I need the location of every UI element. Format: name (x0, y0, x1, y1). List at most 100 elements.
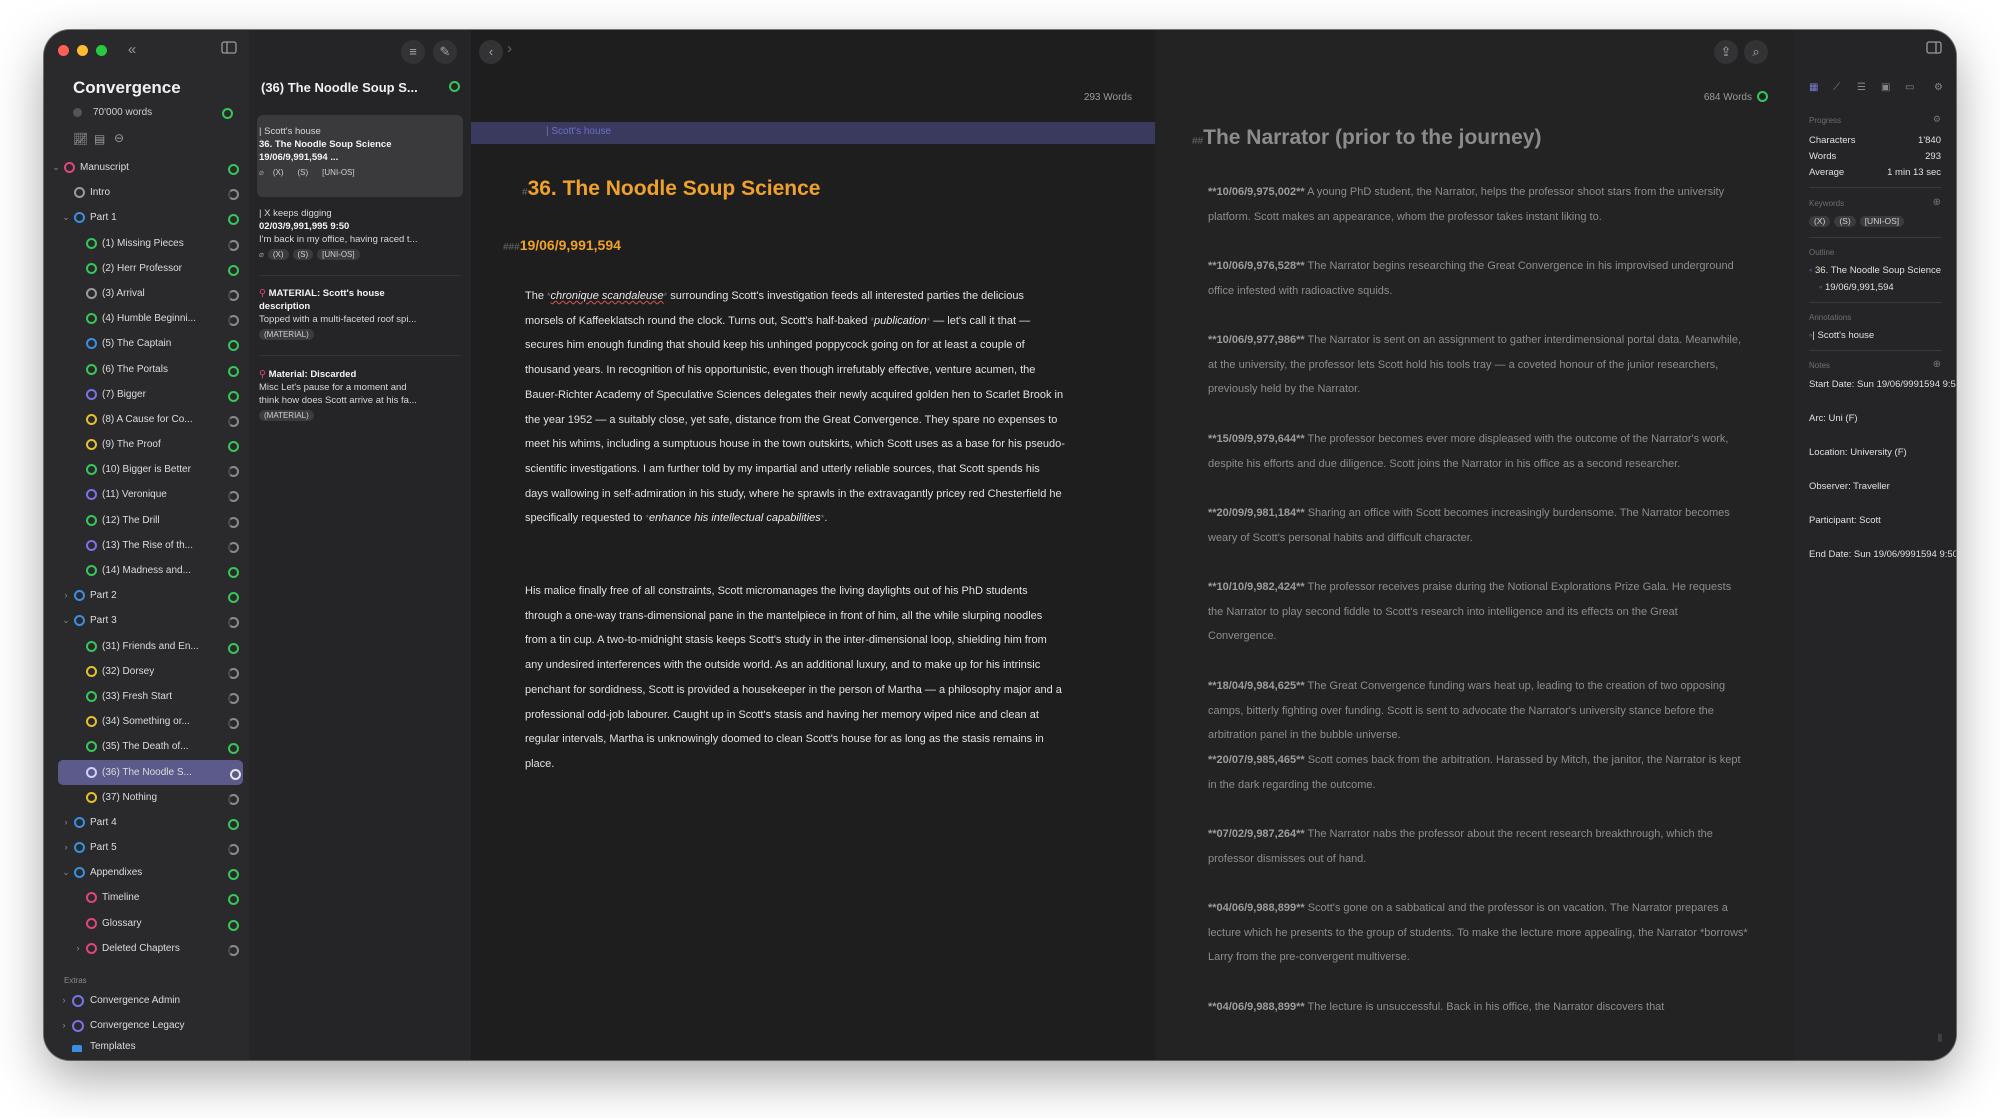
forward-arrow-icon[interactable]: › (507, 40, 512, 57)
card-x-keeps-digging[interactable]: | X keeps digging 02/03/9,991,995 9:50 I… (259, 207, 461, 261)
comments-tab-icon[interactable]: ▭ (1905, 82, 1914, 93)
timeline-entry[interactable]: **04/06/9,988,899** The lecture is unsuc… (1208, 995, 1748, 1020)
chapter-heading[interactable]: #36. The Noodle Soup Science (522, 177, 820, 201)
note-start-date[interactable]: Start Date: Sun 19/06/9991594 9:50 (1809, 379, 1956, 390)
overview-tab-icon[interactable]: ▦ (1809, 82, 1818, 93)
sidebar-tree-item[interactable]: ⌄ Appendixes (44, 860, 249, 885)
chevron-right-icon[interactable]: › (62, 835, 70, 860)
sidebar-tree-item[interactable]: (31) Friends and En... (44, 634, 249, 659)
media-tab-icon[interactable]: ▣ (1881, 82, 1890, 93)
timeline-entry[interactable]: **04/06/9,988,899** Scott's gone on a sa… (1208, 896, 1748, 970)
card-material-house[interactable]: ⚲ MATERIAL: Scott's house description To… (259, 287, 461, 341)
card-material-discarded[interactable]: ⚲ Material: Discarded Misc Let's pause f… (259, 368, 461, 422)
chevron-down-icon[interactable]: ⌄ (62, 205, 70, 230)
sidebar-tree-item[interactable]: (12) The Drill (44, 508, 249, 533)
chevron-right-icon[interactable]: › (74, 936, 82, 961)
note-location[interactable]: Location: University (F) (1809, 447, 1907, 458)
sidebar-tree-item[interactable]: Timeline (44, 885, 249, 910)
annotation-item[interactable]: ◦| Scott's house (1809, 330, 1874, 341)
timeline-entry[interactable]: **10/10/9,982,424** The professor receiv… (1208, 575, 1748, 649)
sidebar-tree-item[interactable]: (10) Bigger is Better (44, 457, 249, 482)
sidebar-tree-item[interactable]: (35) The Death of... (44, 734, 249, 759)
filter-icon[interactable]: ≡ (401, 40, 425, 64)
project-title[interactable]: Convergence (73, 78, 181, 98)
sidebar-tree-item[interactable]: › Deleted Chapters (44, 936, 249, 961)
keyword-tag[interactable]: (X) (1809, 216, 1831, 227)
extras-item-templates[interactable]: Templates (44, 1038, 249, 1053)
sidebar-tree-item[interactable]: (1) Missing Pieces (44, 231, 249, 256)
settings-tab-icon[interactable]: ⚙ (1934, 82, 1943, 93)
sidebar-tree-item[interactable]: ⌄ Manuscript (44, 155, 249, 180)
timeline-entry[interactable]: **10/06/9,977,986** The Narrator is sent… (1208, 328, 1748, 402)
add-note-icon[interactable]: ⊕ (1933, 359, 1941, 370)
card-scotts-house[interactable]: | Scott's house 36. The Noodle Soup Scie… (259, 125, 461, 179)
outline-item[interactable]: ◦ 36. The Noodle Soup Science (1809, 265, 1941, 276)
inspector-toggle-icon[interactable] (1922, 40, 1946, 60)
new-document-icon[interactable]: ✎ (433, 40, 457, 64)
annotation-crumb[interactable]: | Scott's house (546, 126, 611, 137)
note-participant[interactable]: Participant: Scott (1809, 515, 1881, 526)
date-subheading[interactable]: ###19/06/9,991,594 (503, 237, 621, 253)
timeline-entry[interactable]: **18/04/9,984,625** The Great Convergenc… (1208, 674, 1748, 748)
timeline-entry[interactable]: **10/06/9,975,002** A young PhD student,… (1208, 180, 1748, 229)
sidebar-tree-item[interactable]: › Part 5 (44, 835, 249, 860)
resize-grip-icon[interactable]: ⫼ (1938, 1033, 1942, 1044)
keyword-tag[interactable]: (S) (1834, 216, 1856, 227)
close-window-button[interactable] (58, 45, 69, 56)
sidebar-tree-item[interactable]: (6) The Portals (44, 357, 249, 382)
sidebar-tree-item[interactable]: (8) A Cause for Co... (44, 407, 249, 432)
note-arc[interactable]: Arc: Uni (F) (1809, 413, 1858, 424)
sidebar-tree-item[interactable]: (13) The Rise of th... (44, 533, 249, 558)
chevron-right-icon[interactable]: › (62, 810, 70, 835)
sidebar-tree-item[interactable]: ⌄ Part 1 (44, 205, 249, 230)
editor-paragraph-2[interactable]: His malice finally free of all constrain… (525, 579, 1065, 777)
card-view-icon[interactable]: ▤ (94, 132, 105, 146)
statistics-tab-icon[interactable]: ⟋ (1833, 82, 1840, 93)
reference-heading[interactable]: ##The Narrator (prior to the journey) (1192, 126, 1541, 150)
timeline-entry[interactable]: **15/09/9,979,644** The professor become… (1208, 427, 1748, 476)
sidebar-tree-item[interactable]: (33) Fresh Start (44, 684, 249, 709)
chevron-right-icon[interactable]: › (62, 583, 70, 608)
zoom-window-button[interactable] (96, 45, 107, 56)
extras-item-admin[interactable]: › Convergence Admin (44, 988, 249, 1013)
timeline-entry[interactable]: **20/09/9,981,184** Sharing an office wi… (1208, 501, 1748, 550)
back-arrow-icon[interactable]: ‹ (479, 40, 503, 64)
keyword-tag[interactable]: [UNI-OS] (1859, 216, 1905, 227)
search-icon[interactable]: ⌕ (1744, 40, 1768, 64)
chevron-down-icon[interactable]: ⌄ (62, 608, 70, 633)
timeline-entry[interactable]: **20/07/9,985,465** Scott comes back fro… (1208, 748, 1748, 797)
extras-item-legacy[interactable]: › Convergence Legacy (44, 1013, 249, 1038)
timeline-entry[interactable]: **10/06/9,976,528** The Narrator begins … (1208, 254, 1748, 303)
sidebar-tree-item[interactable]: (5) The Captain (44, 331, 249, 356)
sidebar-toggle-icon[interactable] (219, 40, 239, 60)
sidebar-tree-item[interactable]: (7) Bigger (44, 382, 249, 407)
timeline-entry[interactable]: **07/02/9,987,264** The Narrator nabs th… (1208, 822, 1748, 871)
note-end-date[interactable]: End Date: Sun 19/06/9991594 9:50 (1809, 549, 1956, 560)
sidebar-tree-item[interactable]: (37) Nothing (44, 785, 249, 810)
note-observer[interactable]: Observer: Traveller (1809, 481, 1890, 492)
editor-paragraph-1[interactable]: The *chronique scandaleuse* surrounding … (525, 284, 1065, 531)
sidebar-tree-item[interactable]: (34) Something or... (44, 709, 249, 734)
collapse-back-icon[interactable]: « (122, 40, 142, 60)
chevron-right-icon[interactable]: › (60, 988, 68, 1013)
progress-settings-icon[interactable]: ⚙ (1933, 114, 1941, 125)
add-keyword-icon[interactable]: ⊕ (1933, 197, 1941, 208)
stats-chart-icon[interactable]: 📈︎ (73, 132, 88, 146)
sidebar-tree-item[interactable]: Intro (44, 180, 249, 205)
sidebar-tree-item[interactable]: (9) The Proof (44, 432, 249, 457)
sidebar-tree-item[interactable]: › Part 4 (44, 810, 249, 835)
minimize-window-button[interactable] (77, 45, 88, 56)
chevron-down-icon[interactable]: ⌄ (62, 860, 70, 885)
outline-tab-icon[interactable]: ☰ (1857, 82, 1866, 93)
sidebar-tree-item[interactable]: (3) Arrival (44, 281, 249, 306)
share-icon[interactable]: ⇪ (1714, 40, 1738, 64)
chevron-right-icon[interactable]: › (60, 1013, 68, 1038)
chevron-down-icon[interactable]: ⌄ (52, 155, 60, 180)
sidebar-tree-item[interactable]: Glossary (44, 911, 249, 936)
outline-item[interactable]: ◦ 19/06/9,991,594 (1819, 282, 1894, 293)
sidebar-tree-item[interactable]: (2) Herr Professor (44, 256, 249, 281)
sidebar-tree-item[interactable]: (32) Dorsey (44, 659, 249, 684)
sidebar-tree-item[interactable]: (14) Madness and... (44, 558, 249, 583)
sidebar-tree-item[interactable]: › Part 2 (44, 583, 249, 608)
sidebar-tree-item[interactable]: (11) Veronique (44, 482, 249, 507)
